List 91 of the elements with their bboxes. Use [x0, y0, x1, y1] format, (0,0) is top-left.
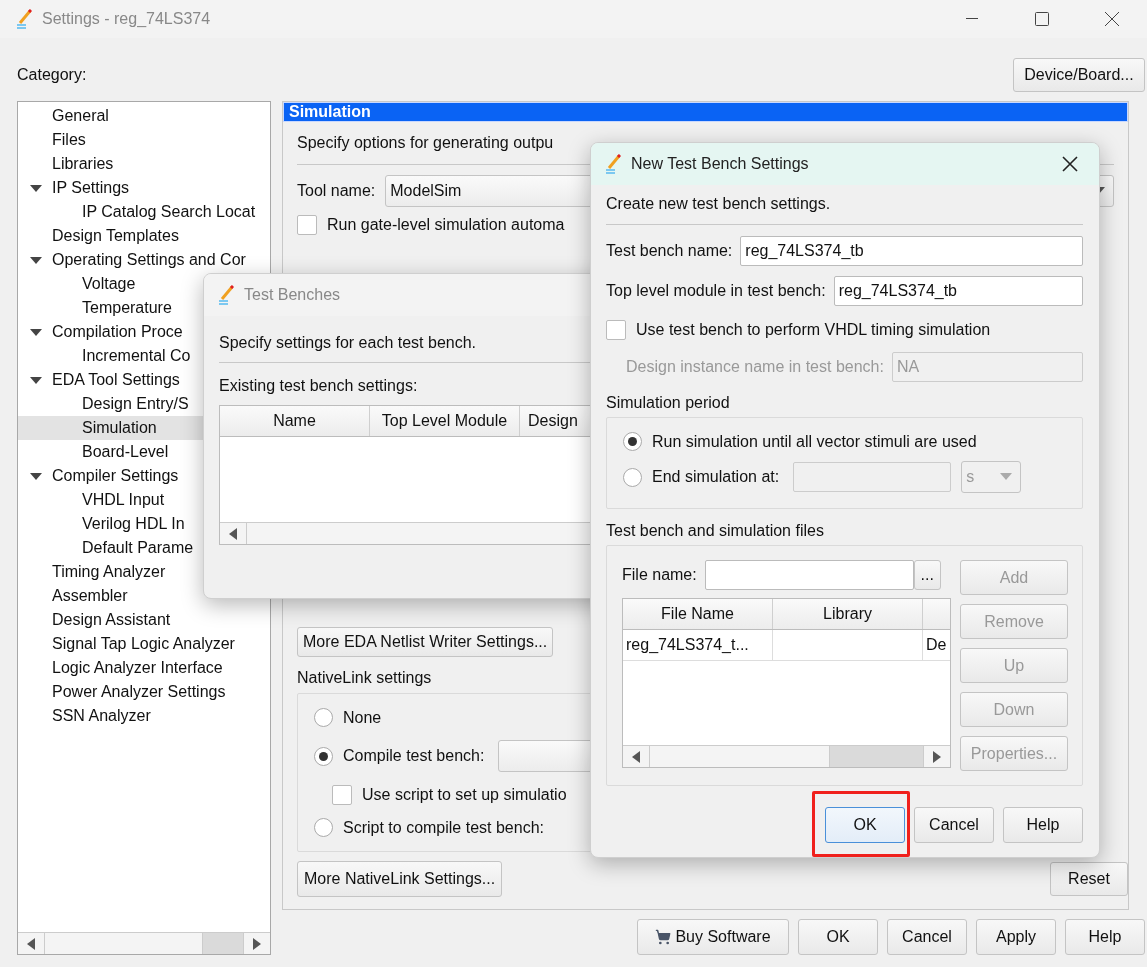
field-label: File name: [622, 566, 697, 584]
column-header: File Name [623, 599, 773, 629]
radio-button[interactable] [314, 746, 333, 766]
input-field[interactable]: reg_74LS374_tb [740, 236, 1083, 266]
radio-label: Compile test bench: [343, 747, 485, 765]
checkbox[interactable] [332, 785, 352, 805]
scroll-thumb[interactable] [202, 933, 244, 954]
radio-label: End simulation at: [652, 468, 780, 486]
tree-item[interactable]: Design Assistant [18, 608, 270, 632]
pencil-icon [218, 285, 236, 305]
checkbox-label: Run gate-level simulation automa [327, 216, 565, 234]
radio-button[interactable] [623, 467, 642, 487]
minimize-icon [966, 18, 978, 20]
radio-label: None [343, 708, 382, 727]
collapse-arrow-icon[interactable] [30, 182, 42, 194]
dialog-button[interactable]: OK [825, 807, 905, 843]
dropdown-arrow-icon [1000, 473, 1013, 481]
tree-item[interactable]: Operating Settings and Cor [18, 248, 270, 272]
field-label: Tool name: [297, 182, 376, 200]
dialog-button[interactable]: Cancel [887, 919, 967, 955]
panel-description: Specify options for generating outpu [297, 134, 555, 152]
radio-label: Run simulation until all vector stimuli are used [652, 432, 977, 451]
category-label: Category: [17, 66, 87, 84]
field-label: Design instance name in test bench: [626, 358, 884, 376]
group-title: Test bench and simulation files [606, 522, 824, 540]
tree-item[interactable]: General [18, 104, 270, 128]
tree-item[interactable]: SSN Analyzer [18, 704, 270, 728]
dialog-description: Specify settings for each test bench. [219, 334, 478, 352]
tree-item[interactable]: Design Templates [18, 224, 270, 248]
nativelink-settings-button[interactable]: More NativeLink Settings... [297, 861, 503, 897]
group-title: Simulation period [606, 394, 730, 412]
input-field[interactable] [704, 560, 914, 590]
tree-item[interactable]: Libraries [18, 152, 270, 176]
group-title: NativeLink settings [297, 669, 432, 687]
dialog-title: Test Benches [244, 286, 341, 304]
checkbox[interactable] [297, 215, 317, 235]
radio-button[interactable] [314, 708, 333, 727]
browse-button[interactable]: ... [913, 560, 941, 590]
reset-button[interactable]: Reset [1050, 862, 1128, 896]
horizontal-scrollbar[interactable] [18, 932, 270, 954]
dialog-button[interactable]: Help [1003, 807, 1083, 843]
dialog-button[interactable]: Help [1065, 919, 1145, 955]
pencil-icon [16, 9, 34, 29]
collapse-arrow-icon[interactable] [30, 470, 42, 482]
tree-item[interactable]: Power Analyzer Settings [18, 680, 270, 704]
dialog-title: New Test Bench Settings [631, 155, 809, 173]
tree-item[interactable]: Compiler Settings [18, 464, 270, 488]
dialog-button[interactable]: Cancel [914, 807, 994, 843]
tree-item[interactable]: IP Settings [18, 176, 270, 200]
window-title: Settings - reg_74LS374 [42, 10, 211, 28]
scroll-right-icon[interactable] [253, 937, 261, 950]
table-cell: reg_74LS374_t... [623, 630, 773, 660]
tree-item[interactable]: Files [18, 128, 270, 152]
maximize-icon [1035, 12, 1049, 26]
column-header: Name [220, 406, 370, 436]
pencil-icon [605, 154, 623, 174]
field-label: Top level module in test bench: [606, 282, 826, 300]
collapse-arrow-icon[interactable] [30, 374, 42, 386]
dialog-description: Create new test bench settings. [606, 195, 832, 213]
column-header: Top Level Module [370, 406, 520, 436]
checkbox-label: Use script to set up simulatio [362, 786, 567, 804]
scroll-left-icon[interactable] [27, 937, 35, 950]
scroll-left-icon[interactable] [229, 527, 237, 540]
checkbox-label: Use test bench to perform VHDL timing simulation [636, 321, 991, 339]
table-cell-text: De [925, 635, 948, 655]
tree-item[interactable]: IP Catalog Search Locat [18, 200, 270, 224]
collapse-arrow-icon[interactable] [30, 254, 42, 266]
horizontal-scrollbar[interactable] [623, 745, 950, 767]
netlist-settings-button[interactable]: More EDA Netlist Writer Settings... [297, 627, 554, 657]
dialog-button[interactable]: OK [798, 919, 878, 955]
scroll-right-icon[interactable] [933, 750, 941, 763]
dialog-button[interactable]: Apply [976, 919, 1056, 955]
list-label: Existing test bench settings: [219, 377, 419, 395]
checkbox[interactable] [606, 320, 626, 340]
field-label: Test bench name: [606, 242, 733, 260]
collapse-arrow-icon[interactable] [30, 326, 42, 338]
input-field[interactable]: reg_74LS374_tb [833, 276, 1083, 306]
radio-button[interactable] [314, 818, 333, 837]
close-icon [1105, 12, 1119, 26]
cart-icon [655, 929, 672, 945]
tree-item[interactable]: Logic Analyzer Interface [18, 656, 270, 680]
scroll-left-icon[interactable] [632, 750, 640, 763]
radio-label: Script to compile test bench: [343, 818, 544, 837]
panel-title: Simulation [283, 102, 1128, 122]
column-header: Library [773, 599, 923, 629]
tree-item[interactable]: Signal Tap Logic Analyzer [18, 632, 270, 656]
dialog-button[interactable]: Buy Software [637, 919, 789, 955]
scroll-thumb[interactable] [829, 746, 924, 767]
device-board-button[interactable]: Device/Board... [1013, 58, 1145, 92]
radio-button[interactable] [623, 432, 642, 451]
close-icon [1062, 156, 1078, 172]
